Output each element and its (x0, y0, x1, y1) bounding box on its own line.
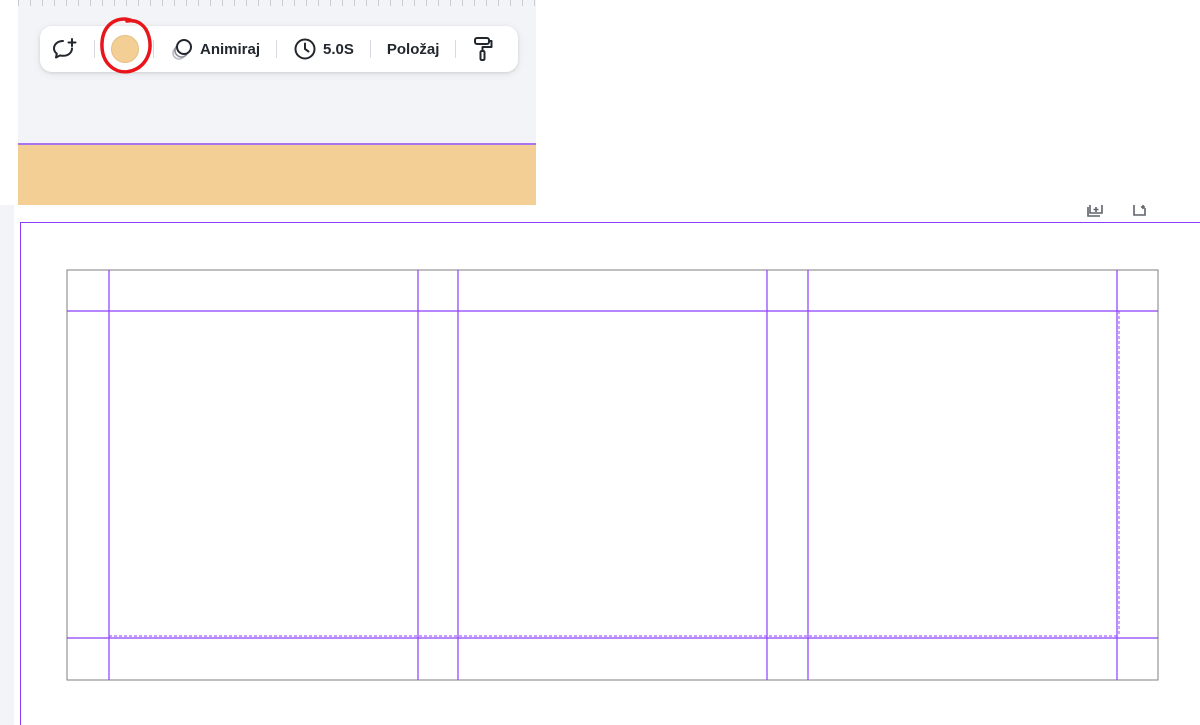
toolbar-separator (369, 40, 371, 58)
grid-outer-border (66, 269, 1159, 681)
animate-icon (170, 37, 194, 61)
color-button[interactable] (100, 17, 152, 74)
animate-button[interactable]: Animiraj (170, 26, 260, 72)
toolbar-separator (94, 40, 95, 58)
duration-label: 5.0S (323, 40, 354, 58)
position-label: Položaj (386, 40, 440, 58)
comment-add-icon (52, 37, 78, 61)
duration-button[interactable]: 5.0S (293, 26, 354, 72)
element-toolbar: Animiraj 5.0S Položaj (40, 17, 518, 74)
color-swatch[interactable] (111, 35, 139, 63)
animate-label: Animiraj (200, 40, 261, 58)
position-button[interactable]: Položaj (387, 26, 440, 72)
toolbar-separator (153, 40, 154, 58)
toolbar-separator (276, 40, 278, 58)
editor-top-crop: Animiraj 5.0S Položaj (18, 0, 536, 205)
page-background[interactable] (18, 145, 536, 205)
copy-style-button[interactable] (472, 26, 494, 72)
paint-roller-icon (472, 36, 494, 62)
toolbar-separator (455, 40, 457, 58)
comment-add-button[interactable] (52, 26, 78, 72)
clock-icon (293, 37, 317, 61)
layout-grid[interactable] (0, 205, 1200, 725)
ruler (18, 0, 536, 14)
design-canvas (0, 205, 1200, 725)
